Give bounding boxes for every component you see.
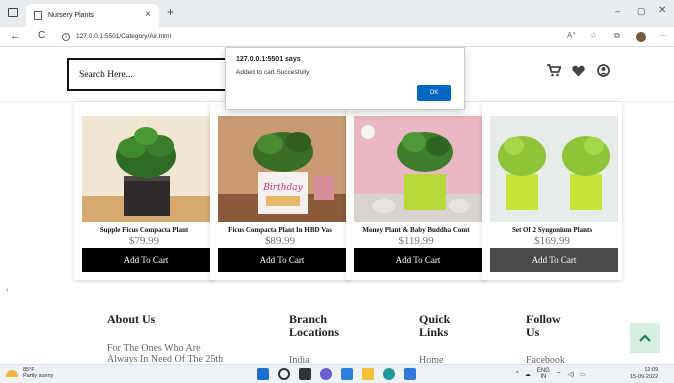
task-view-icon[interactable] (299, 368, 311, 380)
product-image (354, 116, 482, 222)
cloud-icon[interactable]: ☁ (525, 371, 531, 378)
wifi-icon[interactable]: ⌔ (556, 370, 562, 378)
taskbar-apps (257, 368, 416, 380)
windows-taskbar: 85°F Partly sunny ^ ☁ ENG IN ⌔ ◁) ▭ 12:0… (0, 364, 674, 383)
scroll-left-icon[interactable]: ‹ (6, 287, 8, 294)
weather-text: Partly sunny (23, 373, 54, 379)
dialog-message: Added to cart Succesfully (236, 69, 310, 76)
product-name[interactable]: Money Plant & Baby Buddha Comt (348, 226, 484, 234)
time: 12:09 (644, 367, 659, 373)
product-image: Birthday (218, 116, 346, 222)
tab-close-icon[interactable]: × (145, 9, 151, 20)
maximize-button[interactable]: ▢ (637, 6, 646, 17)
product-card: Birthday Ficus Compacta Plant In HBD Vas… (210, 102, 350, 280)
product-name[interactable]: Ficus Compacta Plant In HBD Vas (212, 226, 348, 234)
date: 15-09-2022 (630, 374, 659, 380)
footer-quick-links: Quick Links Home (419, 313, 450, 367)
read-aloud-icon[interactable]: A° (567, 31, 576, 40)
footer-follow: Follow Us Facebook (526, 313, 565, 367)
address-bar: ← C i 127.0.0.1:5501/Category/Air.html A… (0, 27, 674, 47)
footer-about-heading: About Us (107, 312, 156, 326)
language-indicator[interactable]: ENG IN (537, 368, 550, 380)
alert-dialog: 127.0.0.1:5501 says Added to cart Succes… (225, 47, 465, 110)
battery-icon[interactable]: ▭ (580, 371, 586, 378)
system-tray: ^ ☁ ENG IN ⌔ ◁) ▭ (516, 368, 586, 380)
collections-icon[interactable]: ⧉ (614, 31, 620, 41)
product-card: Supple Ficus Compacta Plant $79.99 Add T… (74, 102, 214, 280)
reload-button[interactable]: C (38, 30, 45, 41)
minimize-button[interactable]: – (615, 6, 620, 16)
footer-follow-heading: Us (526, 325, 540, 339)
vscode-icon[interactable] (404, 368, 416, 380)
product-price: $89.99 (264, 235, 296, 247)
more-menu-button[interactable]: ··· (659, 31, 667, 40)
file-explorer-icon[interactable] (362, 368, 374, 380)
product-card: Set Of 2 Syngonium Plants $169.99 Add To… (482, 102, 622, 280)
favorites-icon[interactable]: ☆ (590, 31, 597, 40)
dialog-title: 127.0.0.1:5501 says (236, 56, 301, 63)
url-text: 127.0.0.1:5501/Category/Air.html (76, 33, 172, 40)
info-icon[interactable]: i (62, 32, 70, 41)
ok-button[interactable]: OK (417, 85, 451, 101)
edge-icon[interactable] (383, 368, 395, 380)
volume-icon[interactable]: ◁) (567, 371, 574, 378)
footer-branch-heading: Locations (289, 325, 340, 339)
product-price: $169.99 (534, 235, 570, 247)
tab-actions-icon[interactable] (8, 8, 18, 17)
new-tab-button[interactable]: + (167, 5, 174, 19)
chevron-up-icon[interactable]: ^ (516, 371, 519, 377)
heart-icon[interactable] (572, 64, 585, 81)
add-to-cart-button[interactable]: Add To Cart (490, 248, 618, 272)
add-to-cart-button[interactable]: Add To Cart (82, 248, 210, 272)
footer-about: About Us For The Ones Who Are Always In … (107, 312, 223, 366)
chevron-up-icon (639, 334, 651, 342)
product-price: $119.99 (398, 235, 434, 247)
weather-widget[interactable]: 85°F Partly sunny (6, 367, 53, 379)
product-price: $79.99 (128, 235, 160, 247)
footer-branch: Branch Locations India (289, 313, 340, 367)
back-button[interactable]: ← (10, 30, 21, 42)
product-image (490, 116, 618, 222)
product-card: Money Plant & Baby Buddha Comt $119.99 A… (346, 102, 486, 280)
weather-icon (6, 369, 18, 377)
footer-about-text: For The Ones Who Are (107, 343, 201, 354)
start-icon[interactable] (257, 368, 269, 380)
user-icon[interactable] (597, 64, 610, 81)
svg-text:Birthday: Birthday (262, 183, 303, 193)
add-to-cart-button[interactable]: Add To Cart (218, 248, 346, 272)
product-name[interactable]: Supple Ficus Compacta Plant (76, 226, 212, 234)
chat-icon[interactable] (320, 368, 332, 380)
product-image (82, 116, 210, 222)
clock[interactable]: 12:09 15-09-2022 (630, 367, 658, 381)
browser-tab-bar: Nursery Plants × + – ▢ ✕ (0, 0, 674, 27)
product-grid: Supple Ficus Compacta Plant $79.99 Add T… (72, 102, 642, 280)
close-window-button[interactable]: ✕ (658, 5, 666, 16)
product-name[interactable]: Set Of 2 Syngonium Plants (484, 226, 620, 234)
profile-avatar[interactable] (636, 32, 646, 42)
page-icon (34, 11, 42, 20)
cart-icon[interactable] (547, 64, 562, 81)
tab-title: Nursery Plants (48, 12, 94, 19)
footer-quick-heading: Links (419, 325, 449, 339)
search-icon[interactable] (278, 368, 290, 380)
add-to-cart-button[interactable]: Add To Cart (354, 248, 482, 272)
store-icon[interactable] (341, 368, 353, 380)
scroll-to-top-button[interactable] (630, 323, 660, 353)
browser-tab[interactable]: Nursery Plants × (26, 4, 159, 27)
